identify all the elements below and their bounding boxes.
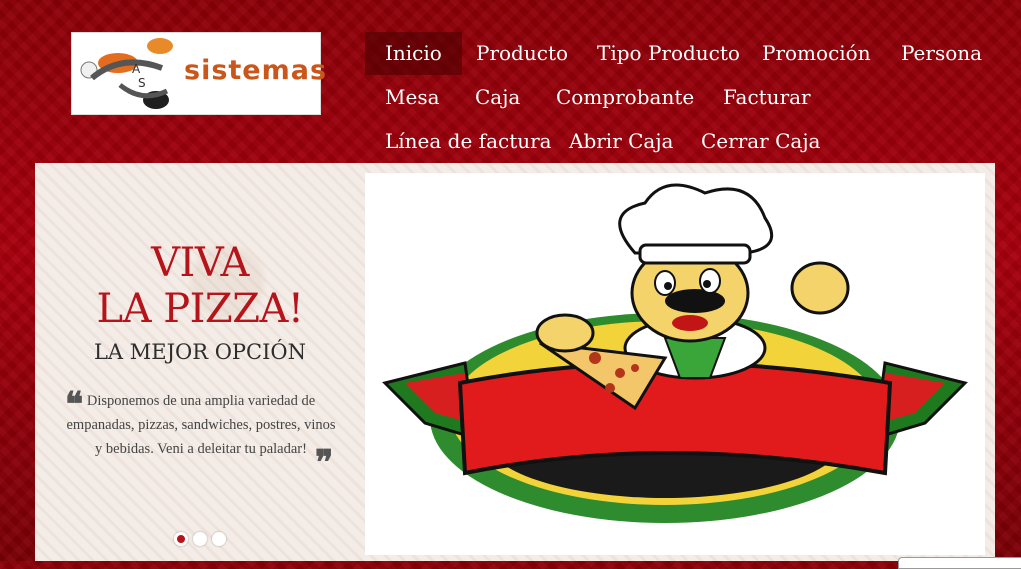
nav-item-facturar[interactable]: Facturar [703,76,831,119]
hero-title-line1: VIVA [151,240,249,286]
svg-text:A: A [132,62,141,76]
logo-text: sistemas [184,55,328,86]
slider-dot-2[interactable] [193,532,207,546]
hero-title-line2: LA PIZZA! [96,286,304,332]
slider-dot-1[interactable] [174,532,188,546]
nav-item-cerrar-caja[interactable]: Cerrar Caja [681,120,840,163]
nav-item-promocion[interactable]: Promoción [742,32,891,75]
nav-item-mesa[interactable]: Mesa [365,76,460,119]
nav-item-producto[interactable]: Producto [456,32,588,75]
nav-item-tipo-producto[interactable]: Tipo Producto [577,32,760,75]
nav-item-abrir-caja[interactable]: Abrir Caja [549,120,693,163]
slider-dot-3[interactable] [212,532,226,546]
quote-close-icon: ❞ [315,443,334,483]
corner-widget[interactable] [898,557,1021,569]
hero-subtitle: LA MEJOR OPCIÓN [93,340,307,364]
nav-item-inicio[interactable]: Inicio [365,32,462,75]
nav-item-comprobante[interactable]: Comprobante [536,76,714,119]
nav-item-linea-de-factura[interactable]: Línea de factura [365,120,572,163]
hero-image [365,173,985,555]
nav-item-persona[interactable]: Persona [881,32,1002,75]
nav-item-caja[interactable]: Caja [455,76,540,119]
hero-panel: VIVA LA PIZZA! LA MEJOR OPCIÓN ❝ Dispone… [35,163,995,561]
logo-mark-icon: A S [80,38,173,109]
svg-text:S: S [138,76,146,90]
pizza-chef-icon [382,183,968,523]
logo[interactable]: A S sistemas [71,32,326,115]
hero-quote: Disponemos de una amplia variedad de emp… [66,393,336,457]
